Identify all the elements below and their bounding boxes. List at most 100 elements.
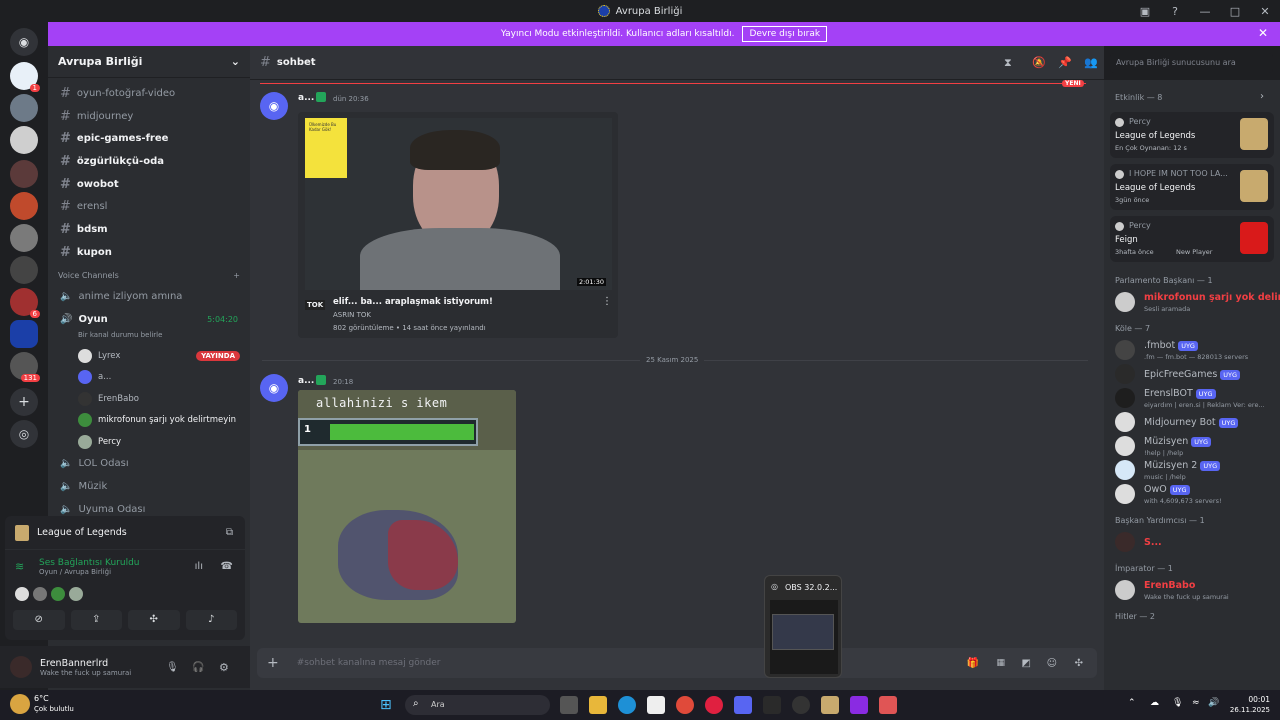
help-icon[interactable]: ? [1160, 5, 1190, 18]
app-icon[interactable] [850, 696, 868, 714]
avatar[interactable]: ◉ [260, 374, 288, 402]
chevron-right-icon[interactable]: › [1260, 91, 1264, 102]
voice-member[interactable]: Lyrex YAYINDA [48, 345, 250, 367]
text-channel[interactable]: # özgürlükçü-oda [48, 150, 250, 173]
task-view-icon[interactable] [560, 696, 578, 714]
text-channel[interactable]: # kupon [48, 241, 250, 264]
close-window-button[interactable]: ✕ [1250, 5, 1280, 18]
weather-icon[interactable] [10, 694, 30, 714]
app-icon[interactable] [879, 696, 897, 714]
server-header[interactable]: Avrupa Birliği ⌄ [48, 46, 250, 78]
noise-suppression-icon[interactable]: ılı [195, 561, 203, 572]
clock-date[interactable]: 26.11.2025 [1224, 706, 1270, 714]
more-options-icon[interactable]: ⋮ [602, 296, 612, 307]
voice-channel-active[interactable]: 🔊 Oyun 5:04:20 [48, 308, 250, 331]
obs-preview[interactable]: ◎ OBS 32.0.2... [764, 575, 842, 678]
sticker-icon[interactable]: ◩ [1022, 658, 1031, 669]
member-item[interactable]: ErenBabo Wake the fuck up samurai [1115, 578, 1275, 604]
channel-status[interactable]: Bir kanal durumu belirle [48, 331, 250, 345]
store-icon[interactable] [647, 696, 665, 714]
soundboard-button[interactable]: ♪ [185, 610, 237, 630]
minimize-button[interactable]: — [1190, 5, 1220, 18]
add-server-icon[interactable]: + [10, 388, 38, 416]
add-channel-icon[interactable]: + [233, 271, 240, 280]
media-player-icon[interactable] [705, 696, 723, 714]
disable-streamer-mode-button[interactable]: Devre dışı bırak [742, 26, 828, 42]
league-icon[interactable] [821, 696, 839, 714]
discover-icon[interactable]: ◎ [10, 420, 38, 448]
share-screen-button[interactable]: ⇪ [70, 610, 122, 630]
member-item[interactable]: ErenslBOT UYG eiyardım | eren.si | Reklam … [1115, 386, 1275, 412]
text-channel[interactable]: # epic-games-free [48, 127, 250, 150]
message-author[interactable]: a... [298, 376, 314, 386]
participant-avatar[interactable] [51, 587, 65, 601]
voice-member[interactable]: mikrofonun şarjı yok delirtmeyin [48, 409, 250, 431]
cloud-icon[interactable]: ☁ [1150, 698, 1159, 708]
server-icon[interactable]: 6 [10, 288, 40, 318]
server-icon[interactable] [10, 256, 38, 284]
voice-member[interactable]: Percy [48, 431, 250, 453]
participant-avatar[interactable] [33, 587, 47, 601]
taskbar-search[interactable]: ⌕ Ara [405, 695, 550, 715]
text-channel[interactable]: # bdsm [48, 218, 250, 241]
voice-channel[interactable]: 🔈 Müzik [48, 475, 250, 498]
tray-mic-icon[interactable]: 🎙 [1172, 698, 1183, 708]
avatar[interactable]: ◉ [260, 92, 288, 120]
avatar[interactable] [10, 656, 32, 678]
participant-avatar[interactable] [15, 587, 29, 601]
activities-button[interactable]: ✣ [128, 610, 180, 630]
member-item[interactable]: Midjourney Bot UYG [1115, 410, 1275, 436]
obs-taskbar-icon[interactable] [792, 696, 810, 714]
gift-icon[interactable]: 🎁 [967, 658, 979, 669]
member-item[interactable]: Müzisyen UYG !help | /help [1115, 434, 1275, 460]
member-item[interactable]: .fmbot UYG .fm — fm.bot — 828013 servers [1115, 338, 1275, 364]
close-banner-icon[interactable]: ✕ [1258, 26, 1268, 40]
text-channel[interactable]: # erensl [48, 195, 250, 218]
video-title[interactable]: elif... ba... araplaşmak istiyorum! [333, 297, 493, 307]
file-explorer-icon[interactable] [589, 696, 607, 714]
voice-connected[interactable]: Ses Bağlantısı Kuruldu [15, 558, 245, 568]
text-channel[interactable]: # midjourney [48, 105, 250, 128]
server-icon[interactable] [10, 94, 38, 122]
gif-icon[interactable]: ▦ [996, 658, 1005, 668]
microphone-icon[interactable]: 🎙 [166, 662, 179, 673]
signal-icon[interactable]: ≋ [15, 560, 24, 573]
gear-icon[interactable]: ⚙ [219, 661, 229, 674]
activity-card[interactable]: Percy League of Legends En Çok Oynanan: 12… [1110, 112, 1274, 158]
disconnect-icon[interactable]: ☎ [221, 561, 233, 572]
voice-member[interactable]: ErenBabo [48, 388, 250, 410]
message-author[interactable]: a... [298, 93, 314, 103]
voice-member[interactable]: a... [48, 366, 250, 388]
wifi-icon[interactable]: ≈ [1192, 698, 1200, 708]
threads-icon[interactable]: ⧗ [1004, 56, 1012, 70]
video-thumbnail[interactable]: Ülkemizde Bu Kadar Gök! 2:01:30 [305, 118, 612, 290]
voice-channel[interactable]: 🔈 LOL Odası [48, 452, 250, 475]
username[interactable]: ErenBannerlrd [40, 658, 131, 669]
voice-channel[interactable]: 🔈 anime izliyom amına [48, 286, 250, 309]
activity-card[interactable]: I HOPE IM NOT TOO LA... League of Legends… [1110, 164, 1274, 210]
text-channel[interactable]: # owobot [48, 173, 250, 196]
message-composer[interactable]: + #sohbet kanalına mesaj gönder 🎁 ▦ ◩ ☺ … [257, 648, 1097, 678]
server-folder-icon[interactable]: 131 [10, 352, 40, 382]
member-item[interactable]: Müzisyen 2 UYG music | /help [1115, 458, 1275, 484]
server-icon[interactable]: 1 [10, 62, 40, 92]
text-channel[interactable]: # oyun-fotoğraf-video [48, 82, 250, 105]
apps-icon[interactable]: ✣ [1075, 658, 1083, 669]
home-icon[interactable]: ◉ [10, 28, 38, 56]
video-channel[interactable]: ASRIN TOK [333, 311, 371, 319]
add-attachment-icon[interactable]: + [267, 655, 279, 671]
member-item[interactable]: OwO UYG with 4,609,673 servers! [1115, 482, 1275, 508]
gif-attachment[interactable]: allahinizi s ikem 1 [298, 390, 516, 623]
tray-chevron-icon[interactable]: ⌃ [1128, 698, 1136, 708]
server-icon[interactable] [10, 224, 38, 252]
voice-category[interactable]: Voice Channels + [48, 266, 250, 286]
server-icon[interactable] [10, 126, 38, 154]
chrome-icon[interactable] [676, 696, 694, 714]
server-icon[interactable] [10, 192, 38, 220]
inbox-icon[interactable]: ▣ [1130, 5, 1160, 18]
discord-icon[interactable] [734, 696, 752, 714]
pin-icon[interactable]: 📌 [1058, 56, 1072, 69]
volume-icon[interactable]: 🔊 [1208, 698, 1219, 708]
member-item[interactable]: EpicFreeGames UYG [1115, 362, 1275, 388]
edge-icon[interactable] [618, 696, 636, 714]
